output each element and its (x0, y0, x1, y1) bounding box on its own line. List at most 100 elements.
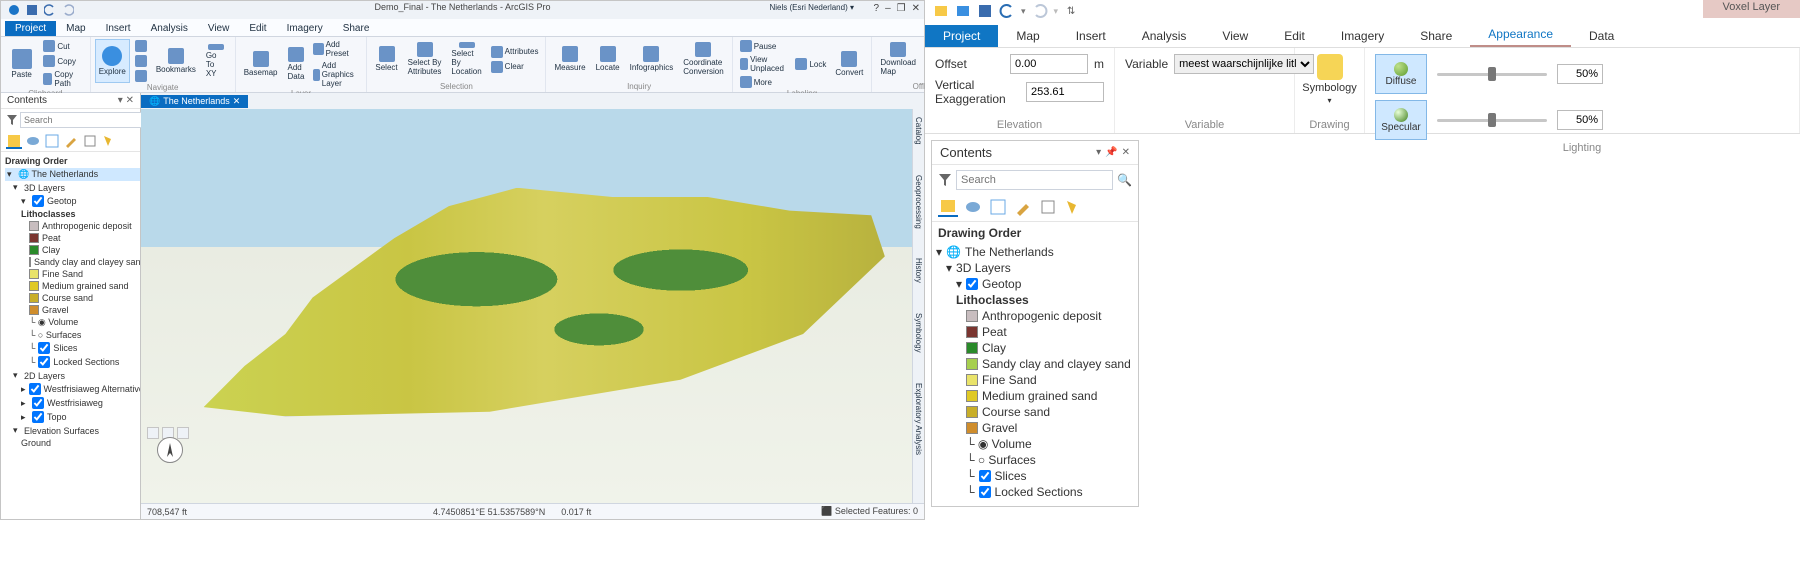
list-labeling-icon[interactable] (101, 133, 117, 149)
symbology-button[interactable]: Symbology ▾ (1302, 54, 1356, 105)
layer-geotop[interactable]: ▾ Geotop (5, 194, 140, 208)
bookmarks-button[interactable]: Bookmarks (152, 41, 200, 81)
ribbon-tab-share[interactable]: Share (333, 21, 380, 36)
variable-select[interactable]: meest waarschijnlijke litl (1174, 54, 1314, 74)
pane-menu-icon[interactable]: ▾ (1096, 147, 1101, 158)
legend-item-4[interactable]: Fine Sand (5, 268, 140, 280)
diffuse-slider[interactable] (1437, 73, 1547, 76)
undo-icon[interactable] (43, 3, 57, 17)
specular-slider[interactable] (1437, 119, 1547, 122)
list-snapping-icon[interactable] (82, 133, 98, 149)
ribbon-tab-right-imagery[interactable]: Imagery (1323, 25, 1402, 47)
ribbon-tab-right-edit[interactable]: Edit (1266, 25, 1323, 47)
signed-in-user[interactable]: Niels (Esri Nederland) ▾ (770, 3, 855, 12)
ribbon-tab-right-share[interactable]: Share (1402, 25, 1470, 47)
pane-close-icon[interactable]: ✕ (126, 95, 134, 106)
search-input[interactable] (20, 112, 145, 128)
select-by-attributes-button[interactable]: Select By Attributes (404, 39, 446, 79)
ground-layer[interactable]: Ground (5, 437, 140, 449)
group-elevation-surfaces[interactable]: ▾Elevation Surfaces (5, 424, 140, 437)
add-graphics-layer-button[interactable]: Add Graphics Layer (310, 60, 362, 89)
ribbon-tab-right-project[interactable]: Project (925, 25, 998, 47)
more-labeling-button[interactable]: More (737, 75, 791, 89)
legend-item-right-4[interactable]: Fine Sand (936, 372, 1134, 388)
view-tool-1-icon[interactable] (147, 427, 159, 439)
pane-options-icon[interactable]: ▾ (118, 95, 123, 106)
map-tab[interactable]: 🌐 The Netherlands ✕ (141, 95, 248, 108)
group-3d-layers[interactable]: ▾3D Layers (5, 181, 140, 194)
mode-volume-right[interactable]: └ ◉ Volume (936, 436, 1134, 452)
list-selection-icon-right[interactable] (988, 197, 1008, 217)
legend-item-right-2[interactable]: Clay (936, 340, 1134, 356)
legend-item-right-3[interactable]: Sandy clay and clayey sand (936, 356, 1134, 372)
list-drawing-order-icon[interactable] (6, 133, 22, 149)
pause-labels-button[interactable]: Pause (737, 39, 791, 53)
copy-button[interactable]: Copy (40, 54, 85, 68)
docked-tab-exploratory-analysis[interactable]: Exploratory Analysis (914, 383, 923, 455)
clear-selection-button[interactable]: Clear (488, 60, 542, 74)
cut-button[interactable]: Cut (40, 39, 85, 53)
specular-pct-input[interactable] (1557, 110, 1603, 130)
close-icon[interactable]: ✕ (912, 3, 920, 14)
layer-2d-0[interactable]: ▸ Westfrisiaweg Alternative (5, 382, 140, 396)
convert-labels-button[interactable]: Convert (831, 44, 867, 84)
view-unplaced-button[interactable]: View Unplaced (737, 54, 791, 74)
qat-customize-icon[interactable]: ⇅ (1064, 6, 1075, 17)
list-editing-icon[interactable] (63, 133, 79, 149)
list-drawing-order-icon-right[interactable] (938, 197, 958, 217)
group-slices[interactable]: └ Slices (5, 341, 140, 355)
list-source-icon-right[interactable] (963, 197, 983, 217)
redo-menu-icon[interactable]: ▾ (1054, 6, 1059, 17)
docked-tab-geoprocessing[interactable]: Geoprocessing (914, 175, 923, 229)
restore-icon[interactable]: ❐ (897, 3, 906, 14)
legend-item-right-0[interactable]: Anthropogenic deposit (936, 308, 1134, 324)
group-3d-layers-right[interactable]: ▾ 3D Layers (936, 260, 1134, 276)
new-project-icon[interactable] (933, 3, 949, 19)
docked-tab-history[interactable]: History (914, 258, 923, 283)
diffuse-pct-input[interactable] (1557, 64, 1603, 84)
open-project-icon[interactable] (955, 3, 971, 19)
list-source-icon[interactable] (25, 133, 41, 149)
ribbon-tab-map[interactable]: Map (56, 21, 95, 36)
docked-tab-symbology[interactable]: Symbology (914, 313, 923, 353)
ribbon-tab-imagery[interactable]: Imagery (277, 21, 333, 36)
filter-icon[interactable] (6, 114, 18, 126)
close-tab-icon[interactable]: ✕ (233, 96, 241, 107)
ribbon-tab-analysis[interactable]: Analysis (141, 21, 198, 36)
legend-item-right-1[interactable]: Peat (936, 324, 1134, 340)
search-icon-right[interactable]: 🔍 (1117, 173, 1132, 187)
ribbon-tab-insert[interactable]: Insert (96, 21, 141, 36)
undo-menu-icon[interactable]: ▾ (1021, 6, 1026, 17)
legend-item-right-7[interactable]: Gravel (936, 420, 1134, 436)
add-preset-button[interactable]: Add Preset (310, 39, 362, 59)
save-project-icon[interactable] (977, 3, 993, 19)
filter-icon-right[interactable] (938, 173, 952, 187)
ribbon-tab-right-appearance[interactable]: Appearance (1470, 23, 1571, 47)
help-icon[interactable]: ? (874, 3, 880, 14)
layer-2d-1[interactable]: ▸ Westfrisiaweg (5, 396, 140, 410)
lock-labels-button[interactable]: Lock (792, 57, 829, 71)
download-map-button[interactable]: Download Map (876, 39, 920, 79)
legend-item-0[interactable]: Anthropogenic deposit (5, 220, 140, 232)
docked-tab-catalog[interactable]: Catalog (914, 117, 923, 145)
goto-xy-button[interactable]: Go To XY (202, 41, 231, 81)
legend-item-5[interactable]: Medium grained sand (5, 280, 140, 292)
select-button[interactable]: Select (371, 39, 401, 79)
north-arrow-icon[interactable] (157, 437, 183, 463)
measure-button[interactable]: Measure (550, 39, 589, 79)
basemap-button[interactable]: Basemap (240, 44, 282, 84)
ribbon-tab-project[interactable]: Project (5, 21, 56, 36)
legend-item-3[interactable]: Sandy clay and clayey sand (5, 256, 140, 268)
list-editing-icon-right[interactable] (1013, 197, 1033, 217)
save-icon[interactable] (25, 3, 39, 17)
group-2d-layers[interactable]: ▾2D Layers (5, 369, 140, 382)
locate-button[interactable]: Locate (592, 39, 624, 79)
pane-pin-icon[interactable]: 📌 (1105, 147, 1117, 158)
specular-button[interactable]: Specular (1375, 100, 1427, 140)
scene-view[interactable]: Catalog Geoprocessing History Symbology Expl… (141, 109, 924, 503)
attributes-button[interactable]: Attributes (488, 45, 542, 59)
vexag-input[interactable] (1026, 82, 1104, 102)
legend-item-6[interactable]: Course sand (5, 292, 140, 304)
map-node-right[interactable]: ▾ 🌐 The Netherlands (936, 244, 1134, 260)
group-slices-right[interactable]: └ Slices (936, 468, 1134, 484)
